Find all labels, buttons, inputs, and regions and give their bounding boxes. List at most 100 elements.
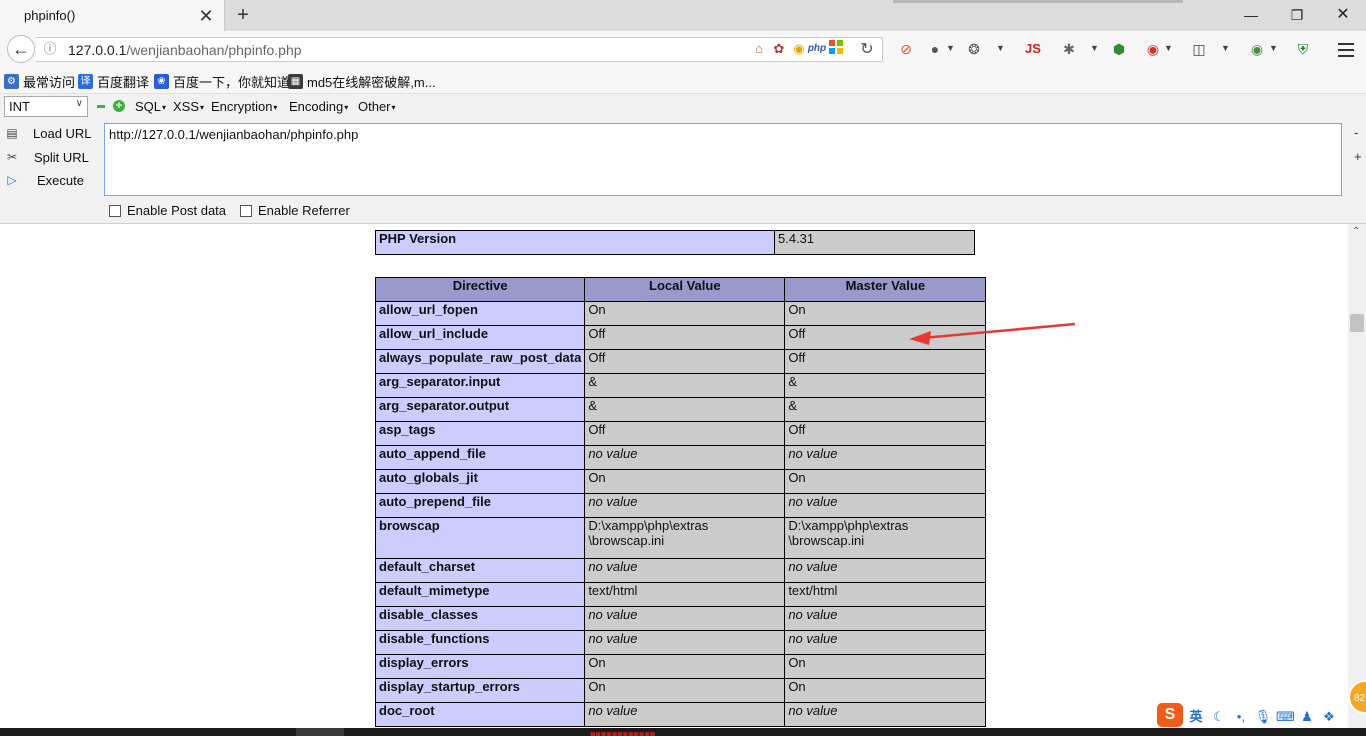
- globe-icon[interactable]: ●: [925, 39, 945, 59]
- bookmark-most-visited[interactable]: ⚙ 最常访问: [4, 72, 75, 91]
- directive-name: auto_prepend_file: [374, 493, 586, 518]
- table-header-row: Directive Local Value Master Value: [374, 277, 987, 302]
- directive-name: default_charset: [374, 558, 586, 583]
- restore-button[interactable]: ❐: [1282, 4, 1312, 26]
- master-value: Off: [784, 349, 987, 374]
- local-value: Off: [584, 349, 786, 374]
- chevron-down-icon[interactable]: ▼: [1090, 43, 1099, 53]
- devices-icon[interactable]: ◫: [1189, 39, 1209, 59]
- load-url-button[interactable]: ▤ Load URL: [4, 125, 91, 141]
- tab-phpinfo[interactable]: phpinfo() ✕: [0, 0, 225, 31]
- menu-encoding[interactable]: Encoding▾: [289, 99, 348, 114]
- menu-other[interactable]: Other▾: [358, 99, 396, 114]
- expand-button[interactable]: +: [1354, 149, 1362, 164]
- master-value: no value: [784, 558, 987, 583]
- local-value: no value: [584, 630, 786, 655]
- hat-icon[interactable]: ◉: [1143, 39, 1163, 59]
- table-row: display_errors On On: [374, 654, 987, 679]
- home-icon[interactable]: ⌂: [750, 40, 768, 58]
- checkbox-box[interactable]: [109, 204, 121, 217]
- chevron-down-icon[interactable]: ▼: [946, 43, 955, 53]
- php-icon[interactable]: php: [806, 40, 828, 58]
- close-icon[interactable]: ✕: [198, 7, 214, 25]
- master-value: no value: [784, 493, 987, 518]
- bookmark-baidu[interactable]: ❀ 百度一下，你就知道: [154, 72, 290, 91]
- directive-name: auto_append_file: [374, 445, 586, 470]
- guard-icon[interactable]: ⛨: [1293, 39, 1313, 59]
- sogou-ime-logo[interactable]: S: [1157, 703, 1183, 727]
- decrement-icon[interactable]: [97, 105, 105, 108]
- info-icon[interactable]: ⓘ: [42, 41, 58, 57]
- scissors-icon: ✂: [6, 150, 18, 164]
- menu-xss[interactable]: XSS▾: [173, 99, 204, 114]
- master-value: no value: [784, 445, 987, 470]
- menu-icon[interactable]: [1336, 39, 1356, 59]
- shirt-icon[interactable]: ❖: [1320, 707, 1338, 727]
- feather-icon[interactable]: ✿: [770, 40, 788, 58]
- back-button[interactable]: ←: [7, 35, 35, 63]
- enable-post-checkbox[interactable]: Enable Post data: [109, 203, 226, 218]
- local-value: On: [584, 301, 786, 326]
- master-value: On: [784, 654, 987, 679]
- palette-icon[interactable]: ❂: [964, 39, 984, 59]
- address-text[interactable]: 127.0.0.1/wenjianbaohan/phpinfo.php: [68, 42, 302, 58]
- directive-name: disable_functions: [374, 630, 586, 655]
- local-value: Off: [584, 421, 786, 446]
- directive-name: asp_tags: [374, 421, 586, 446]
- split-url-button[interactable]: ✂ Split URL: [4, 149, 89, 165]
- table-row: auto_prepend_file no value no value: [374, 493, 987, 518]
- version-label: PHP Version: [375, 230, 775, 255]
- php-version-table: PHP Version 5.4.31: [375, 230, 975, 255]
- increment-icon[interactable]: +: [113, 100, 125, 112]
- block-icon[interactable]: ⊘: [896, 39, 916, 59]
- bug-icon[interactable]: ✱: [1059, 39, 1079, 59]
- bookmark-baidu-translate[interactable]: 译 百度翻译: [78, 72, 149, 91]
- header-directive: Directive: [374, 277, 586, 302]
- chevron-down-icon[interactable]: ▼: [996, 43, 1005, 53]
- new-tab-button[interactable]: +: [232, 4, 254, 26]
- bookmark-md5[interactable]: ▦ md5在线解密破解,m...: [288, 72, 436, 91]
- table-row: allow_url_include Off Off: [374, 325, 987, 350]
- shrink-button[interactable]: -: [1354, 125, 1358, 140]
- ime-language-indicator[interactable]: 英: [1186, 707, 1206, 727]
- minimize-button[interactable]: —: [1236, 4, 1266, 26]
- user-icon[interactable]: ♟: [1298, 707, 1316, 727]
- local-value: &: [584, 373, 786, 398]
- punctuation-icon[interactable]: •,: [1232, 707, 1250, 727]
- header-local-value: Local Value: [584, 277, 786, 302]
- chevron-down-icon: ∨: [75, 98, 83, 109]
- scroll-up-icon[interactable]: ⌃: [1352, 226, 1360, 237]
- hackbar-toolbar: [0, 93, 1366, 120]
- menu-encryption[interactable]: Encryption▾: [211, 99, 277, 114]
- table-row: always_populate_raw_post_data Off Off: [374, 349, 987, 374]
- bookmark-label: 最常访问: [23, 75, 76, 90]
- execute-button[interactable]: ▷ Execute: [4, 172, 84, 188]
- chevron-down-icon[interactable]: ▼: [1164, 43, 1173, 53]
- master-value: &: [784, 373, 987, 398]
- url-host: 127.0.0.1: [68, 42, 127, 58]
- table-row: auto_append_file no value no value: [374, 445, 987, 470]
- network-icon[interactable]: ◉: [1247, 39, 1267, 59]
- reload-icon[interactable]: ↻: [858, 39, 876, 59]
- table-row: allow_url_fopen On On: [374, 301, 987, 326]
- url-textarea[interactable]: http://127.0.0.1/wenjianbaohan/phpinfo.p…: [104, 123, 1342, 196]
- local-value: On: [584, 654, 786, 679]
- shield-icon[interactable]: ⬢: [1109, 39, 1129, 59]
- windows-icon[interactable]: [827, 40, 845, 58]
- enable-referrer-checkbox[interactable]: Enable Referrer: [240, 203, 350, 218]
- menu-sql[interactable]: SQL▾: [135, 99, 166, 114]
- keyboard-icon[interactable]: ⌨: [1276, 707, 1295, 727]
- directive-table: Directive Local Value Master Value allow…: [374, 277, 987, 727]
- scroll-thumb[interactable]: [1350, 314, 1364, 332]
- vertical-scrollbar[interactable]: [1348, 224, 1366, 728]
- window-close-button[interactable]: ✕: [1328, 4, 1358, 26]
- chevron-down-icon[interactable]: ▼: [1269, 43, 1278, 53]
- taskbar-item[interactable]: [296, 728, 344, 736]
- moon-icon[interactable]: ☾: [1210, 707, 1228, 727]
- local-value: Off: [584, 325, 786, 350]
- int-select[interactable]: INT ∨: [4, 96, 88, 117]
- chevron-down-icon[interactable]: ▼: [1221, 43, 1230, 53]
- microphone-icon[interactable]: 🎙: [1254, 707, 1272, 727]
- javascript-icon[interactable]: JS: [1021, 39, 1045, 59]
- checkbox-box[interactable]: [240, 204, 252, 217]
